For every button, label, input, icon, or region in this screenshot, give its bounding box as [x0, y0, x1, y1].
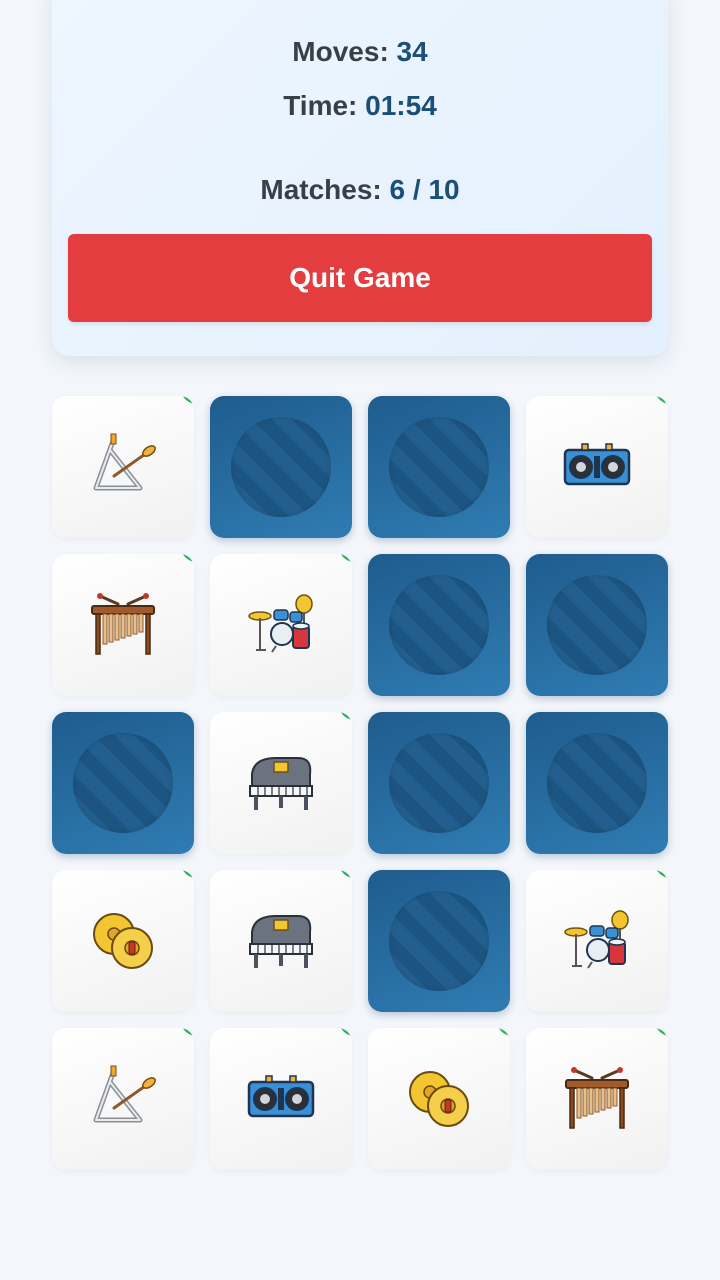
cymbals-icon — [404, 1064, 474, 1134]
drum-kit-icon — [246, 590, 316, 660]
matched-indicator — [494, 1028, 510, 1040]
card-back-pattern — [389, 417, 489, 517]
moves-value: 34 — [396, 36, 428, 67]
card-face-down[interactable] — [52, 712, 194, 854]
card-back-pattern — [389, 575, 489, 675]
matched-indicator — [652, 870, 668, 882]
drum-kit-icon — [562, 906, 632, 976]
card-matched[interactable] — [52, 870, 194, 1012]
card-matched[interactable] — [52, 396, 194, 538]
card-back-pattern — [389, 891, 489, 991]
matched-indicator — [336, 870, 352, 882]
dj-controller-icon — [246, 1064, 316, 1134]
card-face-down[interactable] — [368, 554, 510, 696]
matched-indicator — [336, 554, 352, 566]
grand-piano-icon — [246, 906, 316, 976]
card-matched[interactable] — [210, 1028, 352, 1170]
grand-piano-icon — [246, 748, 316, 818]
matched-indicator — [178, 554, 194, 566]
stats-panel: Moves: 34 Time: 01:54 Matches: 6 / 10 Qu… — [52, 0, 668, 356]
card-face-down[interactable] — [368, 870, 510, 1012]
triangle-icon — [88, 432, 158, 502]
card-matched[interactable] — [210, 554, 352, 696]
dj-controller-icon — [562, 432, 632, 502]
card-matched[interactable] — [52, 1028, 194, 1170]
card-matched[interactable] — [210, 870, 352, 1012]
card-matched[interactable] — [52, 554, 194, 696]
matched-indicator — [336, 1028, 352, 1040]
time-counter: Time: 01:54 — [52, 90, 668, 122]
card-back-pattern — [231, 417, 331, 517]
card-matched[interactable] — [526, 396, 668, 538]
matched-indicator — [178, 1028, 194, 1040]
card-face-down[interactable] — [526, 712, 668, 854]
card-face-down[interactable] — [526, 554, 668, 696]
card-matched[interactable] — [526, 1028, 668, 1170]
card-back-pattern — [547, 733, 647, 833]
moves-counter: Moves: 34 — [52, 36, 668, 68]
card-back-pattern — [389, 733, 489, 833]
card-face-down[interactable] — [368, 396, 510, 538]
card-face-down[interactable] — [210, 396, 352, 538]
card-matched[interactable] — [210, 712, 352, 854]
matches-label: Matches: — [260, 174, 382, 205]
time-label: Time: — [283, 90, 358, 121]
card-back-pattern — [73, 733, 173, 833]
quit-game-button[interactable]: Quit Game — [68, 234, 652, 322]
matched-indicator — [336, 712, 352, 724]
triangle-icon — [88, 1064, 158, 1134]
matched-indicator — [178, 396, 194, 408]
moves-label: Moves: — [292, 36, 389, 67]
xylophone-icon — [88, 590, 158, 660]
card-matched[interactable] — [368, 1028, 510, 1170]
matched-indicator — [652, 1028, 668, 1040]
matched-indicator — [652, 396, 668, 408]
matches-value: 6 / 10 — [389, 174, 460, 205]
time-value: 01:54 — [365, 90, 437, 121]
matches-counter: Matches: 6 / 10 — [52, 174, 668, 206]
cymbals-icon — [88, 906, 158, 976]
card-face-down[interactable] — [368, 712, 510, 854]
xylophone-icon — [562, 1064, 632, 1134]
matched-indicator — [178, 870, 194, 882]
card-grid — [52, 396, 668, 1170]
card-matched[interactable] — [526, 870, 668, 1012]
card-back-pattern — [547, 575, 647, 675]
